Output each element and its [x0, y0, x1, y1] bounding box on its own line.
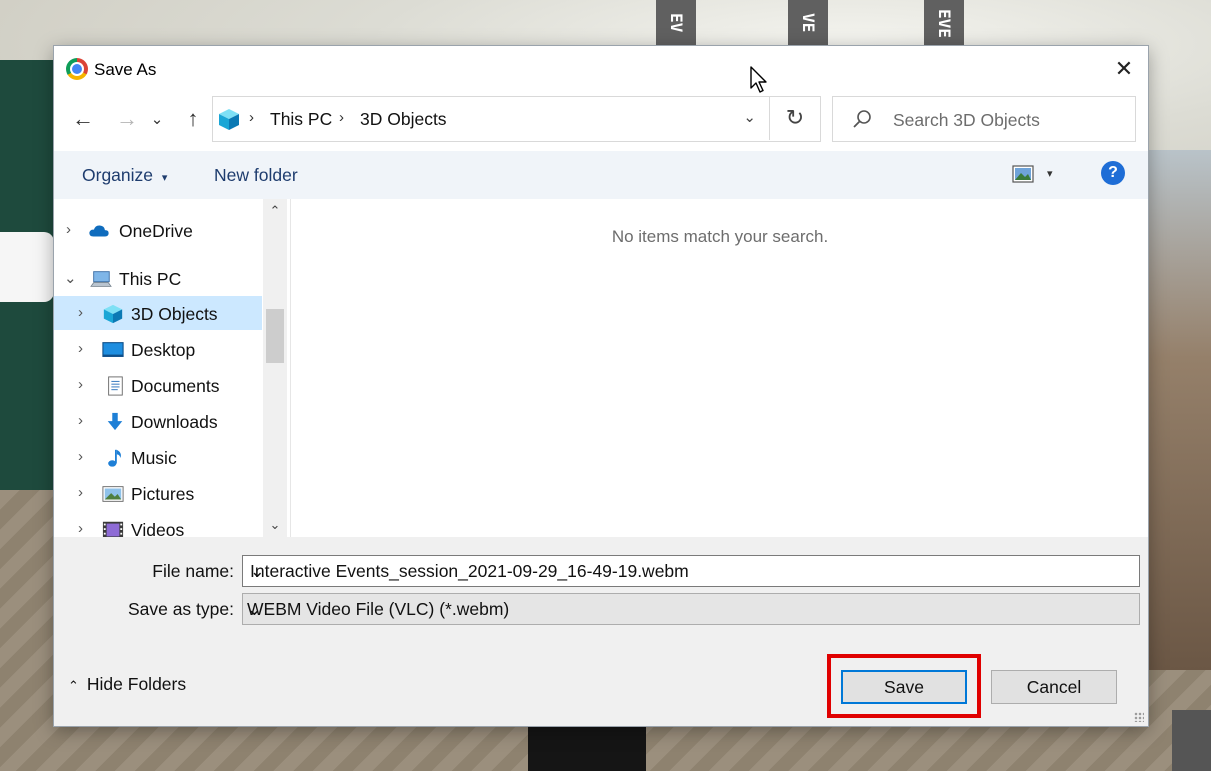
music-icon	[108, 449, 121, 467]
view-options-dropdown[interactable]: ▾	[1047, 167, 1053, 180]
expand-chevron-icon[interactable]: ›	[66, 221, 71, 238]
savetype-dropdown-icon[interactable]: ⌄	[247, 599, 1131, 620]
sidebar-item-label: 3D Objects	[131, 304, 218, 324]
scroll-up-arrow[interactable]: ⌃	[263, 203, 287, 219]
savetype-select[interactable]: WEBM Video File (VLC) (*.webm) ⌄	[242, 593, 1140, 625]
resize-grip[interactable]	[1134, 712, 1144, 722]
close-button[interactable]: ✕	[1100, 46, 1148, 92]
desktop-icon	[102, 342, 124, 357]
command-toolbar: Organize ▾ New folder ▾	[54, 151, 1148, 199]
documents-icon	[108, 376, 123, 396]
search-box[interactable]: Search 3D Objects	[832, 96, 1136, 142]
expand-chevron-icon[interactable]: ›	[78, 484, 83, 501]
navigation-bar: ← → ⌄ ↑ › This PC › 3D Objects ⌄ ↻ Searc…	[54, 96, 1148, 142]
address-history-dropdown[interactable]: ⌄	[743, 108, 756, 126]
refresh-button[interactable]: ↻	[769, 96, 820, 140]
expand-chevron-icon[interactable]: ›	[78, 412, 83, 429]
cube-icon	[103, 304, 123, 324]
cube-icon	[219, 109, 239, 130]
hide-folders-button[interactable]: ⌃ Hide Folders	[68, 674, 186, 695]
sidebar-item-label: OneDrive	[119, 221, 193, 241]
new-folder-button[interactable]: New folder	[214, 165, 298, 186]
expand-chevron-icon[interactable]: ›	[78, 304, 83, 321]
sidebar-item-this-pc[interactable]: ⌄ This PC	[54, 261, 262, 295]
sidebar-item-pictures[interactable]: › Pictures	[54, 476, 262, 510]
collapse-chevron-icon[interactable]: ⌄	[64, 269, 77, 287]
sidebar-item-documents[interactable]: › Documents	[54, 368, 262, 402]
background-figure	[528, 726, 646, 771]
sidebar-item-downloads[interactable]: › Downloads	[54, 404, 262, 438]
hide-folders-label: Hide Folders	[86, 674, 187, 694]
pictures-icon	[102, 486, 124, 502]
sidebar-item-videos[interactable]: › Videos	[54, 512, 262, 537]
search-icon	[853, 110, 871, 128]
expand-chevron-icon[interactable]: ›	[78, 376, 83, 393]
sidebar-item-music[interactable]: › Music	[54, 440, 262, 474]
videos-icon	[102, 521, 124, 537]
window-title: Save As	[94, 60, 157, 79]
sidebar-item-label: Videos	[131, 520, 185, 537]
chevron-up-icon: ⌃	[68, 678, 79, 693]
highlight-box	[827, 654, 981, 718]
savetype-label: Save as type:	[127, 599, 234, 619]
filename-dropdown-icon[interactable]: ⌄	[250, 561, 1131, 582]
back-button[interactable]: ←	[68, 104, 98, 134]
background-sign: VE	[788, 0, 828, 46]
sidebar-item-onedrive[interactable]: › OneDrive	[54, 213, 262, 247]
expand-chevron-icon[interactable]: ›	[78, 520, 83, 537]
title-bar: Save As ✕	[54, 46, 1148, 92]
up-button[interactable]: ↑	[178, 104, 208, 134]
search-placeholder: Search 3D Objects	[893, 110, 1040, 130]
breadcrumb-separator: ›	[339, 109, 344, 126]
breadcrumb-separator: ›	[249, 109, 254, 126]
sidebar-item-label: Desktop	[131, 340, 196, 360]
scroll-down-arrow[interactable]: ⌄	[263, 517, 287, 533]
background-corner	[1172, 710, 1211, 771]
breadcrumb-3d-objects[interactable]: 3D Objects	[360, 109, 447, 130]
recent-locations-button[interactable]: ⌄	[147, 104, 167, 134]
expand-chevron-icon[interactable]: ›	[78, 340, 83, 357]
organize-button[interactable]: Organize ▾	[82, 165, 167, 186]
sidebar-item-label: Documents	[131, 376, 220, 396]
forward-button[interactable]: →	[112, 104, 142, 134]
folder-tree: › OneDrive ⌄ This PC › 3D Objects › Desk…	[54, 199, 290, 537]
organize-label: Organize	[82, 165, 154, 185]
filename-label: File name:	[152, 561, 234, 581]
filename-field[interactable]: Interactive Events_session_2021-09-29_16…	[242, 555, 1140, 587]
background-panel	[0, 232, 54, 302]
computer-icon	[90, 271, 112, 287]
save-as-dialog: Save As ✕ ← → ⌄ ↑ › This PC › 3D Objects…	[54, 46, 1148, 726]
background-scenery	[1148, 150, 1211, 670]
sidebar-item-label: Pictures	[131, 484, 195, 504]
expand-chevron-icon[interactable]: ›	[78, 448, 83, 465]
file-list[interactable]: No items match your search.	[291, 199, 1148, 537]
download-icon	[107, 412, 123, 431]
sidebar-item-label: Downloads	[131, 412, 218, 432]
sidebar-item-desktop[interactable]: › Desktop	[54, 332, 262, 366]
mouse-cursor-icon	[750, 66, 767, 93]
view-options-icon[interactable]	[1012, 165, 1034, 183]
breadcrumb-this-pc[interactable]: This PC	[270, 109, 332, 130]
scroll-thumb[interactable]	[266, 309, 284, 363]
help-icon[interactable]: ?	[1101, 161, 1125, 185]
background-sign: EV	[656, 0, 696, 46]
sidebar-item-label: Music	[131, 448, 177, 468]
sidebar-item-label: This PC	[119, 269, 182, 289]
folder-tree-scrollbar[interactable]: ⌃ ⌄	[263, 199, 287, 537]
cloud-icon	[89, 225, 109, 237]
empty-message: No items match your search.	[611, 227, 829, 246]
background-sign: EVE	[924, 0, 964, 46]
sidebar-item-3d-objects[interactable]: › 3D Objects	[54, 296, 262, 330]
cancel-button[interactable]: Cancel	[991, 670, 1117, 704]
chrome-app-icon	[66, 58, 88, 80]
organize-caret-icon: ▾	[161, 172, 168, 184]
address-bar[interactable]: › This PC › 3D Objects ⌄	[212, 96, 821, 142]
save-options-panel: File name: Interactive Events_session_20…	[54, 537, 1148, 726]
